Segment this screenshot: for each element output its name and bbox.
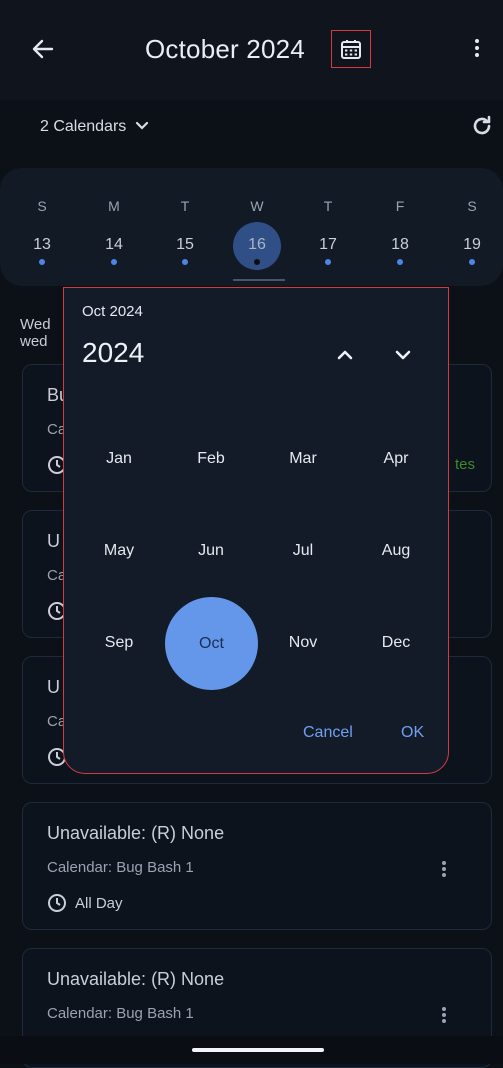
day-header-line1: Wed xyxy=(20,316,51,333)
selected-day-indicator xyxy=(233,279,285,281)
event-dot xyxy=(39,259,45,265)
date-17[interactable]: 17 xyxy=(314,236,342,254)
event-time-label: All Day xyxy=(75,894,123,912)
month-sep[interactable]: Sep xyxy=(79,634,159,660)
cancel-button[interactable]: Cancel xyxy=(303,724,353,742)
month-may[interactable]: May xyxy=(79,542,159,568)
day-header-line2: wed xyxy=(20,333,48,350)
month-feb[interactable]: Feb xyxy=(171,450,251,476)
dialog-subtitle: Oct 2024 xyxy=(82,303,143,320)
clock-icon xyxy=(48,894,66,912)
date-14[interactable]: 14 xyxy=(100,236,128,254)
chevron-down-icon[interactable] xyxy=(391,343,415,367)
event-dot xyxy=(254,259,260,265)
event-more-icon[interactable] xyxy=(441,1005,447,1027)
date-19[interactable]: 19 xyxy=(458,236,486,254)
month-apr[interactable]: Apr xyxy=(356,450,436,476)
event-dot xyxy=(182,259,188,265)
more-options-icon[interactable] xyxy=(472,36,482,64)
back-arrow-icon[interactable] xyxy=(28,34,58,64)
calendar-icon xyxy=(341,40,361,59)
month-oct-selected[interactable]: Oct xyxy=(165,597,258,690)
month-jul[interactable]: Jul xyxy=(263,542,343,568)
partial-status-text: tes xyxy=(455,456,476,473)
month-jan[interactable]: Jan xyxy=(79,450,159,476)
event-title: Unavailable: (R) None xyxy=(47,823,225,843)
ok-button[interactable]: OK xyxy=(401,724,424,742)
event-calendar: Calendar: Bug Bash 1 xyxy=(47,859,194,876)
event-title: U xyxy=(47,677,60,697)
calendars-dropdown[interactable]: 2 Calendars xyxy=(40,118,149,136)
month-dec[interactable]: Dec xyxy=(356,634,436,660)
event-time: All Day xyxy=(47,893,123,913)
event-dot xyxy=(111,259,117,265)
day-header: Wed wed xyxy=(20,316,51,350)
month-mar[interactable]: Mar xyxy=(263,450,343,476)
weekday-label: T xyxy=(323,198,333,214)
event-dot xyxy=(325,259,331,265)
chevron-down-icon xyxy=(135,121,148,130)
date-16-selected[interactable]: 16 xyxy=(243,236,271,254)
event-more-icon[interactable] xyxy=(441,859,447,881)
refresh-icon[interactable] xyxy=(470,114,494,145)
calendar-picker-button[interactable] xyxy=(331,30,371,68)
date-15[interactable]: 15 xyxy=(171,236,199,254)
weekday-label: M xyxy=(108,198,120,214)
event-calendar: Calendar: Bug Bash 1 xyxy=(47,1005,194,1022)
month-nov[interactable]: Nov xyxy=(263,634,343,660)
page-title: October 2024 xyxy=(145,34,305,64)
home-gesture-handle[interactable] xyxy=(192,1048,324,1052)
calendars-label: 2 Calendars xyxy=(40,118,127,135)
chevron-up-icon[interactable] xyxy=(333,343,357,367)
weekday-label: W xyxy=(250,198,264,214)
event-title: Unavailable: (R) None xyxy=(47,969,225,989)
event-card[interactable]: Unavailable: (R) None Calendar: Bug Bash… xyxy=(22,802,492,930)
date-18[interactable]: 18 xyxy=(386,236,414,254)
month-jun[interactable]: Jun xyxy=(171,542,251,568)
dialog-year: 2024 xyxy=(82,337,145,368)
event-title: U xyxy=(47,531,60,551)
event-dot xyxy=(469,259,475,265)
weekday-label: S xyxy=(467,198,477,214)
weekday-label: F xyxy=(395,198,405,214)
weekday-label: T xyxy=(180,198,190,214)
event-dot xyxy=(397,259,403,265)
month-aug[interactable]: Aug xyxy=(356,542,436,568)
weekday-label: S xyxy=(37,198,47,214)
date-13[interactable]: 13 xyxy=(28,236,56,254)
